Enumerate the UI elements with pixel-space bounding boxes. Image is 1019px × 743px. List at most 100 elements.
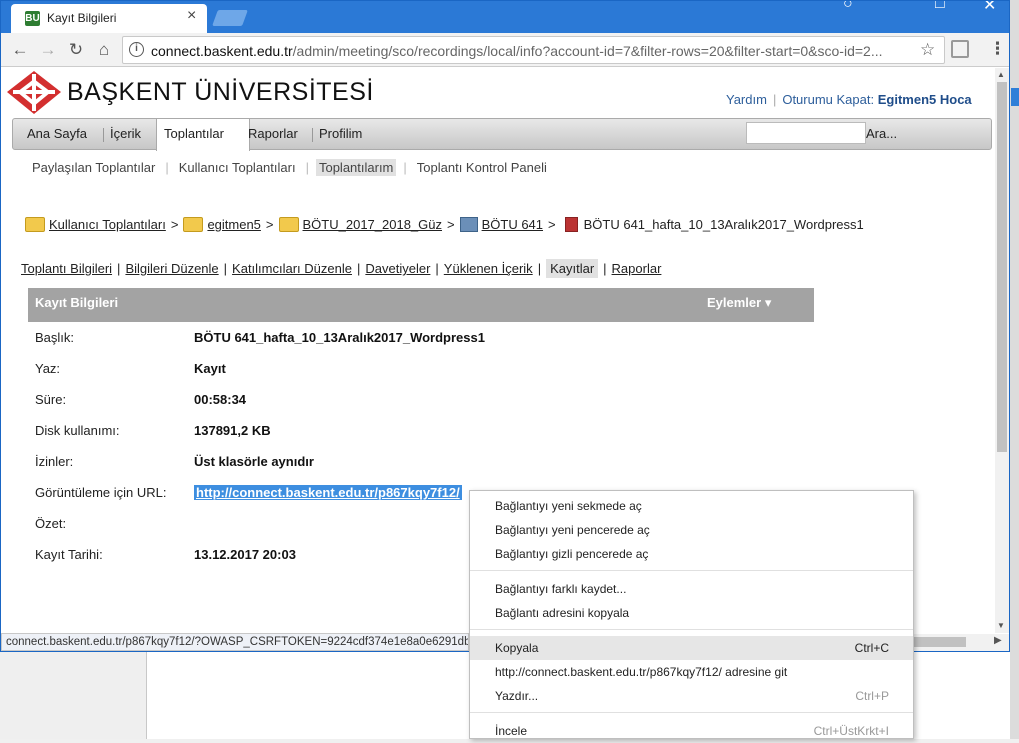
view-url-link[interactable]: http://connect.baskent.edu.tr/p867kqy7f1… <box>194 485 462 500</box>
address-url[interactable]: connect.baskent.edu.tr/admin/meeting/sco… <box>151 43 911 59</box>
url-host: connect.baskent.edu.tr <box>151 43 293 59</box>
field-label-summary: Özet: <box>35 516 67 531</box>
site-info-icon[interactable]: i <box>129 42 144 57</box>
reload-icon[interactable]: ↻ <box>64 38 88 62</box>
menu-copy-link-address[interactable]: Bağlantı adresini kopyala <box>470 601 913 625</box>
user-name[interactable]: Egitmen5 Hoca <box>878 92 972 107</box>
nav-profile[interactable]: Profilim <box>319 126 362 141</box>
browser-toolbar: ← → ↻ ⌂ i connect.baskent.edu.tr/admin/m… <box>1 33 1009 67</box>
tab-close-icon[interactable]: × <box>187 7 196 25</box>
sub-nav: Paylaşılan Toplantılar | Kullanıcı Toplant… <box>29 159 550 176</box>
print-shortcut: Ctrl+P <box>855 689 889 703</box>
close-window-icon[interactable]: ✕ <box>983 1 996 15</box>
tab-invitations[interactable]: Davetiyeler <box>365 261 430 276</box>
forward-arrow-icon[interactable]: → <box>36 38 60 62</box>
field-label-permissions: İzinler: <box>35 454 74 469</box>
subnav-shared-meetings[interactable]: Paylaşılan Toplantılar <box>29 159 158 176</box>
menu-save-link-as[interactable]: Bağlantıyı farklı kaydet... <box>470 577 913 601</box>
menu-divider <box>470 629 913 630</box>
nav-meetings[interactable]: Toplantılar <box>164 126 224 141</box>
browser-tab[interactable]: BU Kayıt Bilgileri × <box>11 4 207 33</box>
tab-reports[interactable]: Raporlar <box>612 261 662 276</box>
tab-edit-participants[interactable]: Katılımcıları Düzenle <box>232 261 352 276</box>
url-path: /admin/meeting/sco/recordings/local/info… <box>292 43 883 59</box>
logout-link[interactable]: Oturumu Kapat: <box>782 92 874 107</box>
nav-reports[interactable]: Raporlar <box>248 126 298 141</box>
tab-title: Kayıt Bilgileri <box>47 11 117 25</box>
menu-open-new-window[interactable]: Bağlantıyı yeni pencerede aç <box>470 518 913 542</box>
field-label-duration: Süre: <box>35 392 67 407</box>
tab-uploaded-content[interactable]: Yüklenen İçerik <box>444 261 533 276</box>
subnav-meeting-dashboard[interactable]: Toplantı Kontrol Paneli <box>414 159 550 176</box>
subnav-user-meetings[interactable]: Kullanıcı Toplantıları <box>176 159 299 176</box>
menu-copy[interactable]: Kopyala Ctrl+C <box>470 636 913 660</box>
bookmark-star-icon[interactable]: ☆ <box>920 40 935 60</box>
field-label-type: Yaz: <box>35 361 61 376</box>
recording-icon <box>564 217 578 232</box>
field-value-permissions: Üst klasörle aynıdır <box>194 454 314 469</box>
panel-header: Kayıt Bilgileri Eylemler ▾ <box>28 288 814 322</box>
search-input[interactable] <box>746 122 866 144</box>
menu-open-incognito[interactable]: Bağlantıyı gizli pencerede aç <box>470 542 913 566</box>
title-bar: BU Kayıt Bilgileri × ○ □ ✕ <box>1 1 1009 33</box>
panel-title: Kayıt Bilgileri <box>35 295 119 310</box>
desktop-background-right <box>1010 0 1019 739</box>
help-link[interactable]: Yardım <box>726 92 767 107</box>
breadcrumb-folder[interactable]: BÖTU_2017_2018_Güz <box>303 217 442 232</box>
subnav-my-meetings[interactable]: Toplantılarım <box>315 159 397 176</box>
field-value-record-date: 13.12.2017 20:03 <box>194 547 296 562</box>
field-value-type: Kayıt <box>194 361 226 376</box>
context-menu: Bağlantıyı yeni sekmede aç Bağlantıyı ye… <box>469 490 914 739</box>
status-bar: connect.baskent.edu.tr/p867kqy7f12/?OWAS… <box>1 633 469 651</box>
inspect-shortcut: Ctrl+ÜstKrkt+I <box>813 724 889 738</box>
meeting-tabs: Toplantı Bilgileri | Bilgileri Düzenle | Kat… <box>21 259 662 278</box>
search-button[interactable]: Ara... <box>866 126 897 141</box>
actions-dropdown[interactable]: Eylemler ▾ <box>707 295 771 311</box>
menu-divider <box>470 570 913 571</box>
main-nav: Ana Sayfa İçerik Toplantılar Raporlar Pr… <box>12 118 992 151</box>
home-icon[interactable]: ⌂ <box>92 38 116 62</box>
meeting-room-icon <box>459 217 478 232</box>
field-value-duration: 00:58:34 <box>194 392 247 407</box>
breadcrumb-egitmen5[interactable]: egitmen5 <box>207 217 260 232</box>
horizontal-scrollbar[interactable]: ▶ <box>911 634 1009 651</box>
breadcrumb-user-meetings[interactable]: Kullanıcı Toplantıları <box>49 217 166 232</box>
vertical-scrollbar[interactable]: ▲ ▼ <box>995 68 1009 633</box>
field-value-disk-usage: 137891,2 KB <box>194 423 271 438</box>
field-value-title: BÖTU 641_hafta_10_13Aralık2017_Wordpress… <box>194 330 485 345</box>
menu-inspect[interactable]: İncele Ctrl+ÜstKrkt+I <box>470 719 913 743</box>
tab-recordings[interactable]: Kayıtlar <box>546 259 599 278</box>
hscroll-thumb[interactable] <box>911 637 966 647</box>
copy-shortcut: Ctrl+C <box>854 641 889 655</box>
scroll-right-icon[interactable]: ▶ <box>994 635 1002 646</box>
tab-meeting-info[interactable]: Toplantı Bilgileri <box>21 261 112 276</box>
scroll-thumb[interactable] <box>997 82 1007 452</box>
desktop-window-edge <box>1011 88 1019 106</box>
site-favicon-icon: BU <box>25 11 40 26</box>
menu-open-new-tab[interactable]: Bağlantıyı yeni sekmede aç <box>470 494 913 518</box>
scroll-up-icon[interactable]: ▲ <box>997 70 1005 79</box>
nav-content[interactable]: İçerik <box>110 126 141 141</box>
browser-menu-icon[interactable]: ⋮ <box>989 39 1006 59</box>
extension-icon[interactable] <box>951 40 969 58</box>
menu-divider <box>470 712 913 713</box>
back-arrow-icon[interactable]: ← <box>8 38 32 62</box>
menu-print[interactable]: Yazdır... Ctrl+P <box>470 684 913 708</box>
field-label-view-url: Görüntüleme için URL: <box>35 485 167 500</box>
brand-title: BAŞKENT ÜNİVERSİTESİ <box>67 78 374 106</box>
breadcrumb-meeting[interactable]: BÖTU 641 <box>482 217 543 232</box>
header-links: Yardım | Oturumu Kapat: Egitmen5 Hoca <box>726 92 972 107</box>
breadcrumb-current: BÖTU 641_hafta_10_13Aralık2017_Wordpress… <box>583 217 864 232</box>
field-label-title: Başlık: <box>35 330 75 345</box>
nav-home[interactable]: Ana Sayfa <box>27 126 87 141</box>
tab-edit-info[interactable]: Bilgileri Düzenle <box>125 261 218 276</box>
minimize-icon[interactable]: ○ <box>843 1 853 13</box>
maximize-icon[interactable]: □ <box>935 1 945 13</box>
menu-go-to-url[interactable]: http://connect.baskent.edu.tr/p867kqy7f1… <box>470 660 913 684</box>
new-tab-button[interactable] <box>212 10 248 26</box>
breadcrumb: Kullanıcı Toplantıları > egitmen5 > BÖTU_201… <box>25 217 864 232</box>
field-label-record-date: Kayıt Tarihi: <box>35 547 103 562</box>
field-label-disk-usage: Disk kullanımı: <box>35 423 120 438</box>
scroll-down-icon[interactable]: ▼ <box>997 621 1005 630</box>
address-bar[interactable]: i connect.baskent.edu.tr/admin/meeting/s… <box>122 36 945 64</box>
